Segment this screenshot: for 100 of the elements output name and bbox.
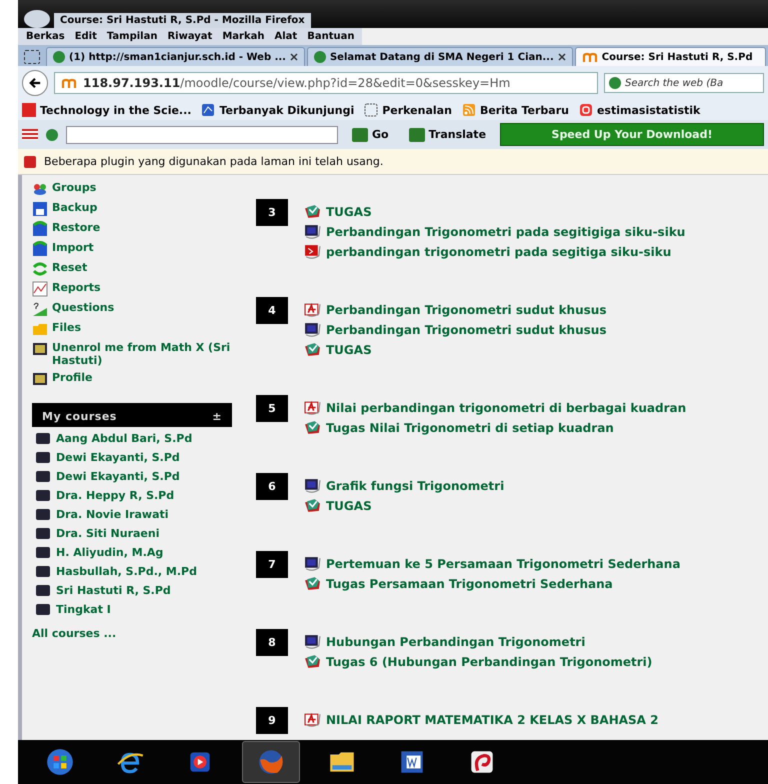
- download-button[interactable]: Speed Up Your Download!: [500, 123, 764, 146]
- admin-link[interactable]: Groups: [52, 181, 96, 194]
- toolbar-logo-icon[interactable]: [46, 128, 58, 140]
- menu-item[interactable]: Bantuan: [303, 30, 358, 43]
- course-icon: [36, 509, 50, 520]
- browser-tab[interactable]: Course: Sri Hastuti R, S.Pd: [574, 47, 766, 66]
- assignment-icon: [304, 342, 321, 357]
- resource-link[interactable]: Tugas Persamaan Trigonometri Sederhana: [326, 576, 613, 590]
- course-link[interactable]: H. Aliyudin, M.Ag: [56, 546, 164, 559]
- presentation-icon: [304, 634, 321, 649]
- close-icon[interactable]: [558, 53, 566, 61]
- admin-link[interactable]: Restore: [52, 221, 100, 234]
- bookmark-icon: [201, 103, 216, 117]
- go-button[interactable]: Go: [346, 126, 395, 142]
- moodle-logo-icon: [61, 77, 77, 89]
- resource-link[interactable]: TUGAS: [326, 342, 372, 356]
- course-icon: [36, 490, 50, 501]
- section-number: 3: [256, 199, 288, 226]
- course-icon: [36, 452, 50, 463]
- menu-item[interactable]: Markah: [218, 30, 268, 43]
- presentation-icon: [304, 556, 321, 571]
- browser-tab[interactable]: (1) http://sman1cianjur.sch.id - Web ...: [46, 47, 305, 66]
- course-icon: [36, 566, 50, 577]
- collapse-toggle[interactable]: ±: [212, 410, 222, 423]
- presentation-icon: [304, 478, 321, 493]
- admin-link[interactable]: Unenrol me from Math X (Sri Hastuti): [52, 341, 232, 367]
- assignment-icon: [304, 576, 321, 591]
- search-input[interactable]: Search the web (Ba: [625, 78, 735, 88]
- slides-icon: [304, 244, 321, 259]
- course-link[interactable]: Dewi Ekayanti, S.Pd: [56, 451, 180, 464]
- page-icon: [364, 103, 378, 117]
- close-icon[interactable]: [290, 53, 298, 61]
- bookmark-link[interactable]: estimasistatistik: [596, 104, 700, 116]
- course-link[interactable]: Dra. Heppy R, S.Pd: [56, 489, 174, 502]
- window-title: Course: Sri Hastuti R, S.Pd - Mozilla Firefox: [54, 13, 311, 28]
- address-bar[interactable]: 118.97.193.11/moodle/course/view.php?id=28&edit=0&sesskey=Hm: [54, 72, 598, 94]
- menu-item[interactable]: Berkas: [22, 30, 69, 43]
- groups-icon: [32, 181, 48, 197]
- search-field[interactable]: Search the web (Ba: [604, 73, 764, 93]
- start-icon: [45, 747, 75, 777]
- admin-link[interactable]: Backup: [52, 201, 98, 214]
- questions-icon: [32, 301, 48, 317]
- resource-link[interactable]: Perbandingan Trigonometri sudut khusus: [326, 302, 606, 316]
- course-icon: [36, 604, 50, 615]
- resource-link[interactable]: Pertemuan ke 5 Persamaan Trigonometri Sederhana: [326, 556, 680, 570]
- course-link[interactable]: Dra. Siti Nuraeni: [56, 527, 160, 540]
- bookmark-link[interactable]: Perkenalan: [382, 104, 452, 116]
- flag-icon[interactable]: [22, 129, 38, 140]
- menu-item[interactable]: Edit: [70, 30, 101, 43]
- tab-groups-icon[interactable]: [24, 50, 40, 64]
- assignment-icon: [304, 420, 321, 435]
- course-link[interactable]: Tingkat I: [56, 603, 111, 616]
- section-number: 4: [256, 297, 288, 324]
- back-arrow-icon: [29, 77, 41, 89]
- admin-link[interactable]: Questions: [52, 301, 114, 314]
- resource-link[interactable]: Perbandingan Trigonometri pada segitigiga siku-siku: [326, 224, 686, 238]
- resource-link[interactable]: perbandingan trigonometri pada segitiga siku-siku: [326, 244, 672, 258]
- pdf-icon: [304, 712, 321, 727]
- notification-text: Beberapa plugin yang digunakan pada laman ini telah usang.: [44, 155, 384, 168]
- resource-link[interactable]: NILAI RAPORT MATEMATIKA 2 KELAS X BAHASA 2: [326, 712, 658, 726]
- moodle-logo-icon: [582, 51, 598, 63]
- assignment-icon: [304, 654, 321, 669]
- resource-link[interactable]: TUGAS: [326, 498, 372, 512]
- resource-link[interactable]: Perbandingan Trigonometri sudut khusus: [326, 322, 606, 336]
- section-number: 5: [256, 395, 288, 422]
- bookmark-link[interactable]: Technology in the Scie...: [40, 104, 192, 116]
- pdf-icon: [304, 400, 321, 415]
- all-courses-link[interactable]: All courses ...: [32, 627, 232, 640]
- resource-link[interactable]: Tugas 6 (Hubungan Perbandingan Trigonometri): [326, 654, 652, 668]
- course-link[interactable]: Sri Hastuti R, S.Pd: [56, 584, 171, 597]
- section-number: 8: [256, 629, 288, 656]
- course-icon: [36, 547, 50, 558]
- admin-link[interactable]: Reports: [52, 281, 101, 294]
- bookmark-link[interactable]: Terbanyak Dikunjungi: [219, 104, 354, 116]
- admin-link[interactable]: Profile: [52, 371, 92, 384]
- menu-item[interactable]: Alat: [270, 30, 302, 43]
- translate-button[interactable]: Translate: [402, 126, 492, 142]
- backup-icon: [32, 201, 48, 217]
- toolbar-input-field[interactable]: [66, 126, 338, 144]
- course-link[interactable]: Hasbullah, S.Pd., M.Pd: [56, 565, 197, 578]
- reports-icon: [32, 281, 48, 297]
- menu-item[interactable]: Tampilan: [102, 30, 162, 43]
- resource-link[interactable]: Tugas Nilai Trigonometri di setiap kuadran: [326, 420, 614, 434]
- back-button[interactable]: [22, 70, 48, 96]
- profile-icon: [32, 371, 48, 387]
- resource-link[interactable]: Hubungan Perbandingan Trigonometri: [326, 634, 586, 648]
- files-icon: [32, 321, 48, 337]
- resource-link[interactable]: Grafik fungsi Trigonometri: [326, 478, 504, 492]
- section-number: 6: [256, 473, 288, 500]
- browser-tab[interactable]: Selamat Datang di SMA Negeri 1 Cian...: [306, 47, 573, 66]
- bookmark-link[interactable]: Berita Terbaru: [480, 104, 569, 116]
- menu-item[interactable]: Riwayat: [163, 30, 216, 43]
- course-link[interactable]: Dra. Novie Irawati: [56, 508, 169, 521]
- course-link[interactable]: Dewi Ekayanti, S.Pd: [56, 470, 180, 483]
- resource-link[interactable]: TUGAS: [326, 204, 372, 218]
- admin-link[interactable]: Reset: [52, 261, 88, 274]
- admin-link[interactable]: Import: [52, 241, 94, 254]
- course-link[interactable]: Aang Abdul Bari, S.Pd: [56, 432, 192, 445]
- resource-link[interactable]: Nilai perbandingan trigonometri di berbagai kuadran: [326, 400, 686, 414]
- admin-link[interactable]: Files: [52, 321, 82, 334]
